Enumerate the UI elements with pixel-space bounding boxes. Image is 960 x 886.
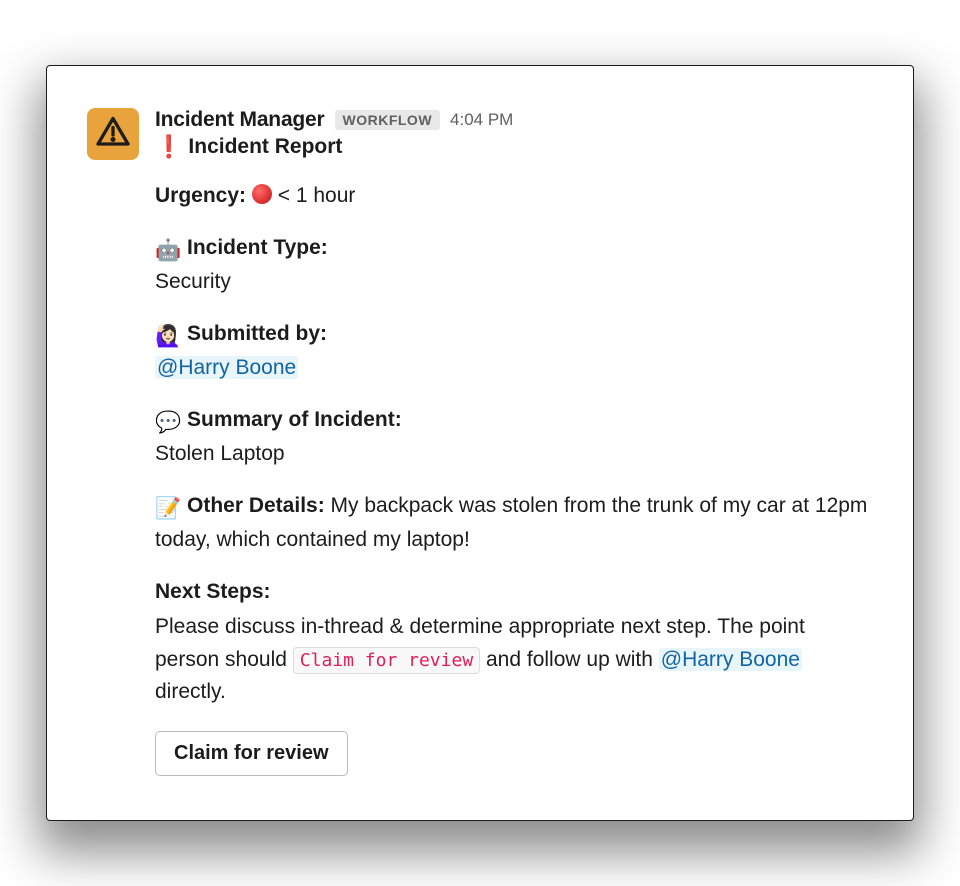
message-card: Incident Manager WORKFLOW 4:04 PM ❗ Inci…: [46, 65, 914, 821]
workflow-badge: WORKFLOW: [335, 110, 441, 130]
app-name: Incident Manager: [155, 108, 325, 132]
red-circle-icon: [252, 184, 272, 204]
incident-type-value: Security: [155, 270, 231, 293]
message-header: Incident Manager WORKFLOW 4:04 PM: [155, 108, 873, 132]
summary-label: Summary of Incident:: [187, 408, 402, 431]
next-steps-text-2: and follow up with: [480, 648, 659, 671]
speech-bubble-icon: 💬: [155, 407, 181, 439]
urgency-label: Urgency:: [155, 184, 246, 207]
title-text: Incident Report: [188, 135, 342, 159]
next-steps-label: Next Steps:: [155, 580, 271, 603]
inline-code: Claim for review: [293, 647, 480, 674]
memo-icon: 📝: [155, 493, 181, 525]
exclamation-icon: ❗: [155, 134, 182, 160]
other-details-label: Other Details:: [187, 494, 325, 517]
claim-for-review-button[interactable]: Claim for review: [155, 731, 348, 776]
hand-raised-icon: 🙋🏻‍♀️: [155, 321, 181, 353]
summary-value: Stolen Laptop: [155, 442, 285, 465]
timestamp: 4:04 PM: [450, 110, 513, 130]
incident-type-field: 🤖 Incident Type: Security: [155, 232, 873, 298]
other-details-field: 📝 Other Details: My backpack was stolen …: [155, 490, 873, 556]
incident-type-label: Incident Type:: [187, 236, 328, 259]
warning-icon: [95, 114, 131, 155]
summary-field: 💬 Summary of Incident: Stolen Laptop: [155, 404, 873, 470]
submitter-mention[interactable]: @Harry Boone: [155, 356, 298, 379]
robot-icon: 🤖: [155, 235, 181, 267]
followup-mention[interactable]: @Harry Boone: [659, 648, 802, 671]
message-content: Incident Manager WORKFLOW 4:04 PM ❗ Inci…: [155, 108, 873, 776]
next-steps-text-3: directly.: [155, 680, 226, 703]
next-steps-body: Please discuss in-thread & determine app…: [155, 611, 873, 709]
message: Incident Manager WORKFLOW 4:04 PM ❗ Inci…: [87, 108, 873, 776]
app-avatar: [87, 108, 139, 160]
urgency-value: < 1 hour: [278, 184, 356, 207]
next-steps-field: Next Steps: Please discuss in-thread & d…: [155, 576, 873, 709]
urgency-field: Urgency: < 1 hour: [155, 180, 873, 212]
message-title: ❗ Incident Report: [155, 134, 873, 160]
submitted-by-field: 🙋🏻‍♀️ Submitted by: @Harry Boone: [155, 318, 873, 384]
submitted-by-label: Submitted by:: [187, 322, 327, 345]
